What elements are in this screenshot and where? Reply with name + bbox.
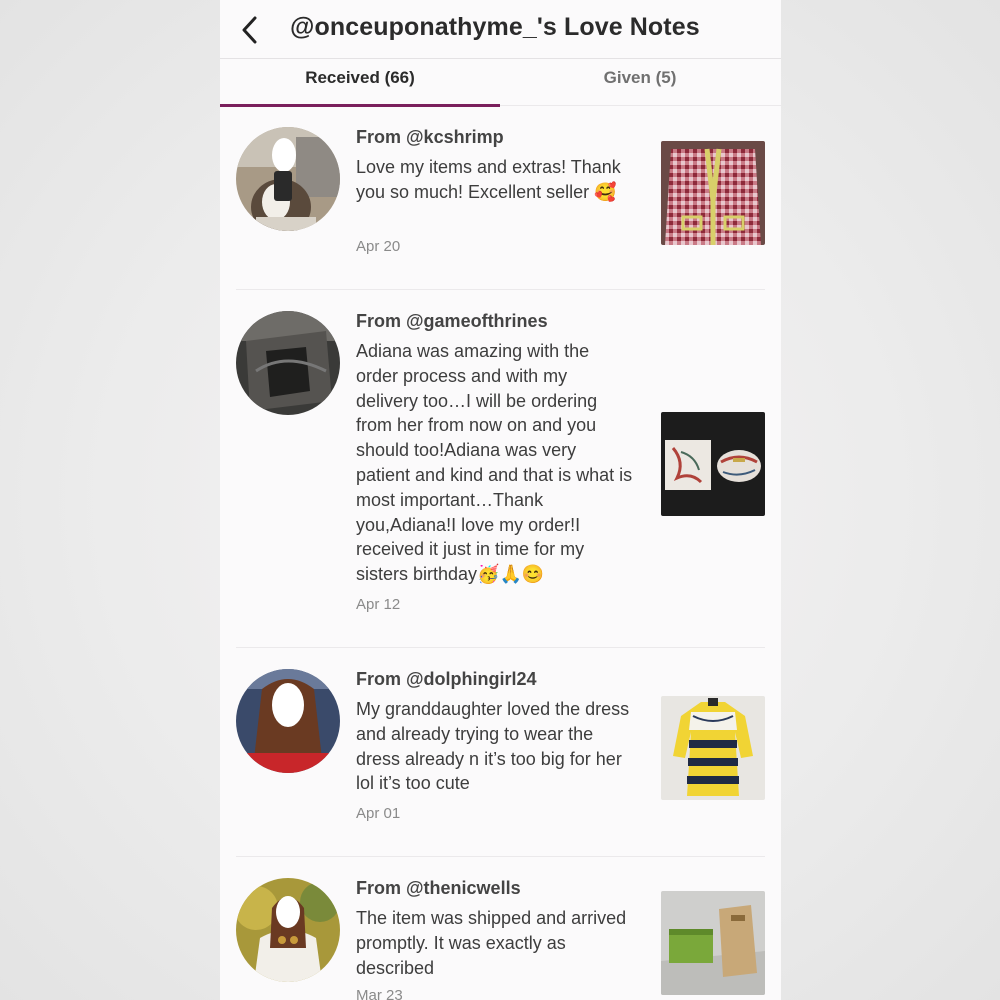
- page-title: @onceuponathyme_'s Love Notes: [290, 13, 700, 41]
- chevron-left-icon: [242, 16, 257, 44]
- cardigan-photo: [661, 141, 765, 245]
- tab-bar: Received (66) Given (5): [220, 58, 781, 107]
- note-message: Adiana was amazing with the order proces…: [356, 341, 633, 585]
- user-photo: [236, 311, 340, 415]
- note-author[interactable]: From @kcshrimp: [356, 127, 504, 148]
- divider: [236, 856, 765, 857]
- user-photo: [236, 127, 340, 231]
- divider: [236, 289, 765, 290]
- note-message: Love my items and extras! Thank you so m…: [356, 157, 621, 202]
- avatar[interactable]: [236, 127, 340, 231]
- note-date: Apr 20: [356, 238, 401, 255]
- avatar[interactable]: [236, 669, 340, 773]
- dress-photo: [661, 696, 765, 800]
- note-author[interactable]: From @thenicwells: [356, 878, 521, 899]
- avatar[interactable]: [236, 311, 340, 415]
- user-photo: [236, 669, 340, 773]
- note-author[interactable]: From @dolphingirl24: [356, 669, 537, 690]
- tab-given[interactable]: Given (5): [500, 58, 780, 104]
- note-message: The item was shipped and arrived promptl…: [356, 908, 627, 978]
- item-thumbnail[interactable]: [661, 412, 765, 516]
- handbag-photo: [661, 412, 765, 516]
- tab-received[interactable]: Received (66): [220, 58, 500, 107]
- back-button[interactable]: [232, 12, 268, 48]
- note-date: Mar 23: [356, 987, 403, 1000]
- avatar[interactable]: [236, 878, 340, 982]
- item-thumbnail[interactable]: [661, 696, 765, 800]
- note-date: Apr 01: [356, 805, 401, 822]
- gift-box-photo: [661, 891, 765, 995]
- top-bar: @onceuponathyme_'s Love Notes: [220, 0, 781, 59]
- user-photo: [236, 878, 340, 982]
- note-author[interactable]: From @gameofthrines: [356, 311, 548, 332]
- love-notes-screen: @onceuponathyme_'s Love Notes Received (…: [220, 0, 781, 1000]
- divider: [236, 647, 765, 648]
- note-message: My granddaughter loved the dress and alr…: [356, 699, 630, 794]
- item-thumbnail[interactable]: [661, 141, 765, 245]
- item-thumbnail[interactable]: [661, 891, 765, 995]
- note-date: Apr 12: [356, 596, 401, 613]
